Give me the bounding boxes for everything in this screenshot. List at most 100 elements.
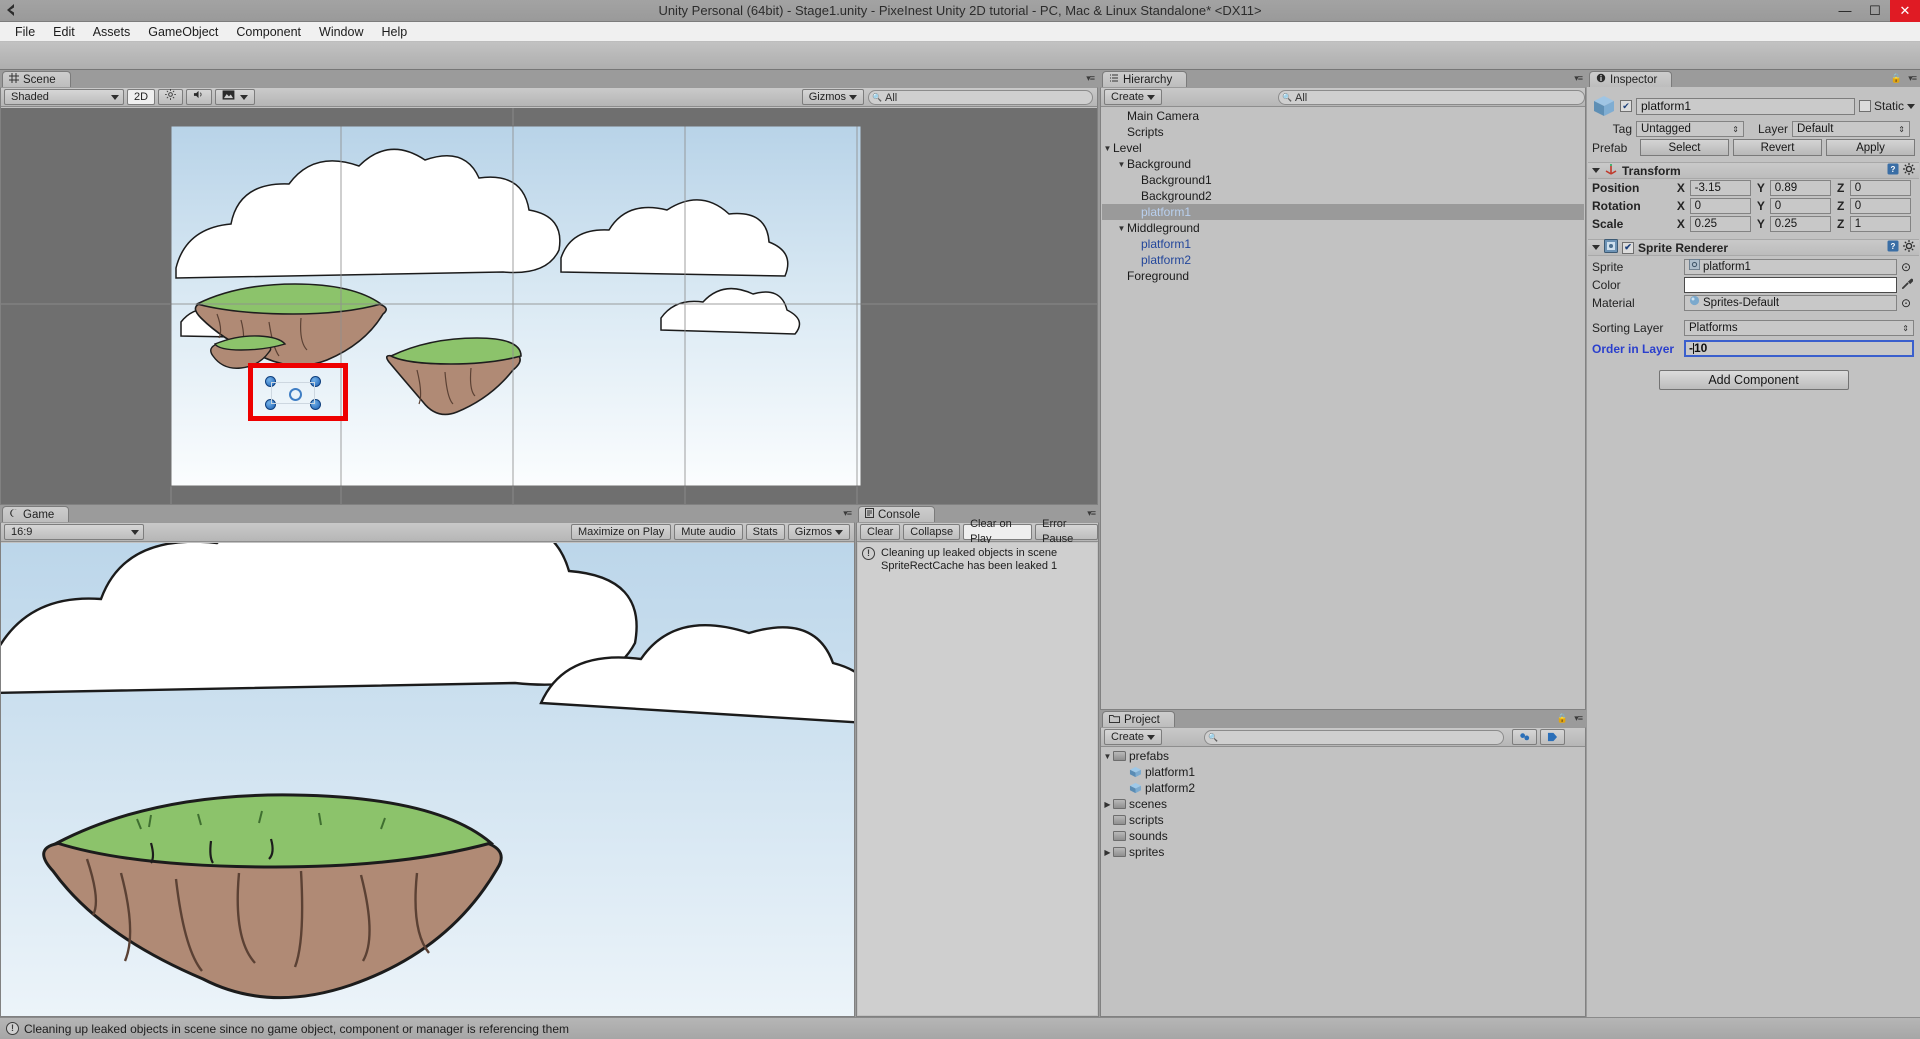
disclosure-triangle-icon[interactable]: ▶: [1102, 848, 1113, 857]
console-entry[interactable]: ! Cleaning up leaked objects in scene Sp…: [858, 543, 1097, 575]
transform-position-y-input[interactable]: 0.89: [1769, 180, 1831, 196]
console-message-list[interactable]: ! Cleaning up leaked objects in scene Sp…: [858, 543, 1097, 1015]
project-filter-label-icon[interactable]: [1540, 729, 1566, 745]
close-button[interactable]: ✕: [1890, 0, 1920, 22]
disclosure-triangle-icon[interactable]: ▼: [1102, 144, 1113, 153]
minimize-button[interactable]: —: [1830, 0, 1860, 22]
disclosure-triangle-icon[interactable]: ▶: [1102, 800, 1113, 809]
project-item-sprites[interactable]: ▶ sprites: [1102, 844, 1584, 860]
material-picker-icon[interactable]: ⊙: [1901, 296, 1911, 310]
menu-window[interactable]: Window: [310, 22, 372, 42]
project-item-scenes[interactable]: ▶ scenes: [1102, 796, 1584, 812]
project-item-sounds[interactable]: sounds: [1102, 828, 1584, 844]
lock-icon[interactable]: 🔒: [1891, 73, 1902, 84]
lock-icon[interactable]: 🔒: [1557, 713, 1568, 724]
chevron-down-icon[interactable]: [1592, 168, 1600, 173]
menu-file[interactable]: File: [6, 22, 44, 42]
sprite-renderer-enabled-checkbox[interactable]: ✔: [1622, 241, 1634, 254]
sprite-renderer-component-header[interactable]: ✔ Sprite Renderer ?: [1588, 239, 1919, 256]
menu-assets[interactable]: Assets: [84, 22, 140, 42]
hierarchy-item-platform1[interactable]: platform1: [1102, 236, 1584, 252]
disclosure-triangle-icon[interactable]: ▼: [1102, 752, 1113, 761]
menu-help[interactable]: Help: [372, 22, 416, 42]
static-toggle[interactable]: Static: [1858, 99, 1915, 113]
project-item-prefabs[interactable]: ▼ prefabs: [1102, 748, 1584, 764]
project-item-platform1[interactable]: platform1: [1102, 764, 1584, 780]
scene-canvas[interactable]: [1, 108, 1097, 504]
hierarchy-search-input[interactable]: All: [1278, 89, 1585, 105]
project-item-platform2[interactable]: platform2: [1102, 780, 1584, 796]
hierarchy-options-icon[interactable]: ▾≡: [1574, 73, 1583, 84]
menu-edit[interactable]: Edit: [44, 22, 84, 42]
gameobject-name-input[interactable]: [1636, 97, 1855, 115]
transform-scale-z-input[interactable]: 1: [1849, 216, 1912, 232]
color-swatch-field[interactable]: [1684, 277, 1897, 293]
material-object-field[interactable]: Sprites-Default: [1684, 295, 1897, 311]
sorting-layer-dropdown[interactable]: Platforms ⇕: [1684, 320, 1914, 336]
transform-component-header[interactable]: Transform ?: [1588, 162, 1919, 179]
project-tree[interactable]: ▼ prefabs platform1 platform2 ▶ scenes scripts…: [1102, 748, 1584, 1015]
scene-effects-toggle[interactable]: [215, 89, 256, 105]
sprite-renderer-help-icon[interactable]: ?: [1887, 240, 1899, 255]
prefab-revert-button[interactable]: Revert: [1733, 139, 1822, 156]
disclosure-triangle-icon[interactable]: ▼: [1116, 224, 1127, 233]
transform-scale-y-input[interactable]: 0.25: [1769, 216, 1831, 232]
tag-dropdown[interactable]: Untagged ⇕: [1636, 121, 1744, 137]
transform-position-x-input[interactable]: -3.15: [1689, 180, 1751, 196]
status-bar[interactable]: ! Cleaning up leaked objects in scene si…: [0, 1017, 1920, 1039]
tab-project[interactable]: Project: [1102, 711, 1175, 727]
shading-mode-dropdown[interactable]: Shaded: [4, 89, 124, 105]
chevron-down-icon[interactable]: [1592, 245, 1600, 250]
project-create-button[interactable]: Create: [1104, 729, 1163, 745]
tab-scene[interactable]: Scene: [2, 71, 71, 87]
hierarchy-item-platform1[interactable]: platform1: [1102, 204, 1584, 220]
transform-rotation-x-input[interactable]: 0: [1689, 198, 1751, 214]
mute-audio-button[interactable]: Mute audio: [674, 524, 743, 540]
maximize-on-play-button[interactable]: Maximize on Play: [571, 524, 672, 540]
hierarchy-item-scripts[interactable]: Scripts: [1102, 124, 1584, 140]
scene-lighting-toggle[interactable]: [158, 89, 184, 105]
scene-search-input[interactable]: All: [868, 89, 1093, 105]
order-in-layer-input[interactable]: - 10: [1684, 340, 1914, 357]
static-checkbox[interactable]: [1858, 100, 1871, 112]
tab-console[interactable]: Console: [858, 506, 936, 522]
rotation-pivot-icon[interactable]: [289, 388, 302, 401]
prefab-select-button[interactable]: Select: [1640, 139, 1729, 156]
hierarchy-item-background[interactable]: ▼ Background: [1102, 156, 1584, 172]
tab-hierarchy[interactable]: Hierarchy: [1102, 71, 1188, 87]
stats-button[interactable]: Stats: [745, 524, 785, 540]
console-clear-button[interactable]: Clear: [860, 524, 901, 540]
prefab-apply-button[interactable]: Apply: [1826, 139, 1915, 156]
scene-gizmos-dropdown[interactable]: Gizmos: [801, 89, 864, 105]
tab-inspector[interactable]: Inspector: [1589, 71, 1673, 87]
inspector-options-icon[interactable]: ▾≡: [1908, 73, 1917, 84]
hierarchy-item-foreground[interactable]: Foreground: [1102, 268, 1584, 284]
sprite-renderer-settings-gear-icon[interactable]: [1903, 240, 1915, 255]
sprite-object-field[interactable]: platform1: [1684, 259, 1897, 275]
hierarchy-item-background1[interactable]: Background1: [1102, 172, 1584, 188]
transform-help-icon[interactable]: ?: [1887, 163, 1899, 178]
chevron-down-icon[interactable]: [1907, 103, 1915, 109]
hierarchy-item-middleground[interactable]: ▼ Middleground: [1102, 220, 1584, 236]
game-canvas[interactable]: [1, 543, 854, 1016]
console-collapse-button[interactable]: Collapse: [903, 524, 961, 540]
transform-rotation-y-input[interactable]: 0: [1769, 198, 1831, 214]
hierarchy-item-background2[interactable]: Background2: [1102, 188, 1584, 204]
maximize-button[interactable]: ☐: [1860, 0, 1890, 22]
hierarchy-item-platform2[interactable]: platform2: [1102, 252, 1584, 268]
add-component-button[interactable]: Add Component: [1658, 370, 1849, 390]
menu-gameobject[interactable]: GameObject: [139, 22, 227, 42]
project-item-scripts[interactable]: scripts: [1102, 812, 1584, 828]
transform-settings-gear-icon[interactable]: [1903, 163, 1915, 178]
scene-audio-toggle[interactable]: [186, 89, 213, 105]
hierarchy-item-level[interactable]: ▼ Level: [1102, 140, 1584, 156]
console-clear-on-play-button[interactable]: Clear on Play: [963, 518, 1033, 545]
console-error-pause-button[interactable]: Error Pause: [1035, 518, 1098, 545]
toggle-2d-button[interactable]: 2D: [127, 89, 156, 105]
transform-position-z-input[interactable]: 0: [1849, 180, 1912, 196]
hierarchy-tree[interactable]: Main Camera Scripts ▼ Level ▼ Background Backg…: [1102, 108, 1584, 708]
gameobject-enabled-checkbox[interactable]: ✔: [1620, 100, 1632, 112]
project-filter-type-icon[interactable]: [1512, 729, 1538, 745]
game-gizmos-dropdown[interactable]: Gizmos: [787, 524, 850, 540]
game-options-icon[interactable]: ▾≡: [843, 508, 852, 519]
